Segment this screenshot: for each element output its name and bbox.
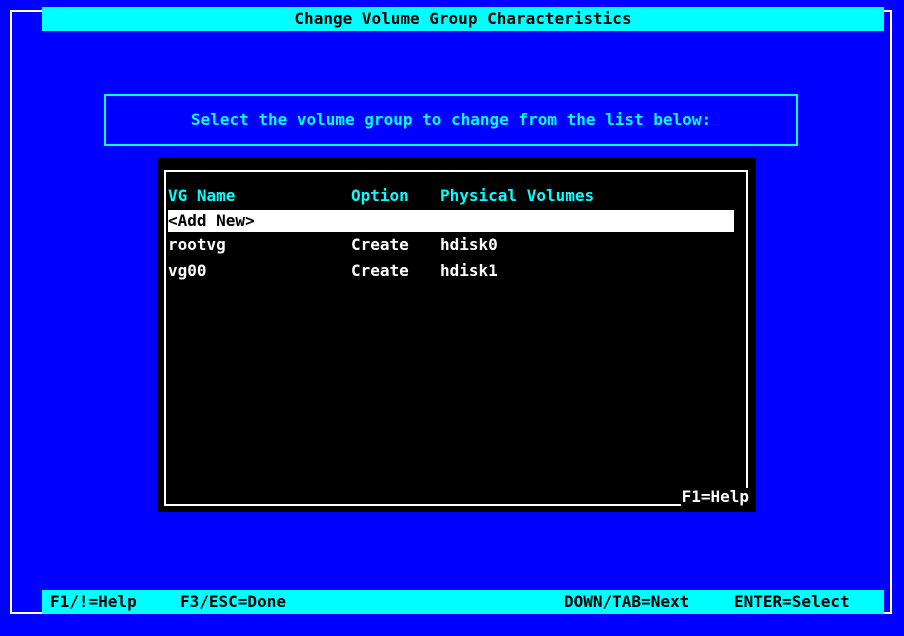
vg-name-cell: rootvg — [168, 235, 226, 254]
prompt-text: Select the volume group to change from t… — [190, 110, 712, 129]
help-key[interactable]: F1/!=Help — [50, 590, 137, 614]
list-help-hint: F1=Help — [680, 487, 750, 506]
option-cell: Create — [351, 235, 409, 254]
option-cell: Create — [351, 261, 409, 280]
instruction-prompt: Select the volume group to change from t… — [104, 94, 798, 146]
list-item-add-new[interactable]: <Add New> — [168, 210, 734, 232]
window-title: Change Volume Group Characteristics — [42, 7, 884, 31]
vg-name-cell: <Add New> — [168, 211, 255, 230]
physical-volumes-cell: hdisk1 — [440, 261, 498, 280]
list-item-rootvg[interactable]: rootvg Create hdisk0 — [168, 234, 734, 256]
next-key[interactable]: DOWN/TAB=Next — [564, 590, 689, 614]
column-header-vg-name: VG Name — [168, 186, 236, 205]
volume-group-list-panel: VG Name Option Physical Volumes <Add New… — [158, 158, 756, 512]
column-header-option: Option — [351, 186, 409, 205]
function-key-bar: F1/!=Help F3/ESC=Done DOWN/TAB=Next ENTE… — [42, 590, 884, 614]
vg-name-cell: vg00 — [168, 261, 207, 280]
select-key[interactable]: ENTER=Select — [734, 590, 850, 614]
done-key[interactable]: F3/ESC=Done — [180, 590, 286, 614]
physical-volumes-cell: hdisk0 — [440, 235, 498, 254]
column-header-physical-volumes: Physical Volumes — [440, 186, 595, 205]
list-item-vg00[interactable]: vg00 Create hdisk1 — [168, 260, 734, 282]
